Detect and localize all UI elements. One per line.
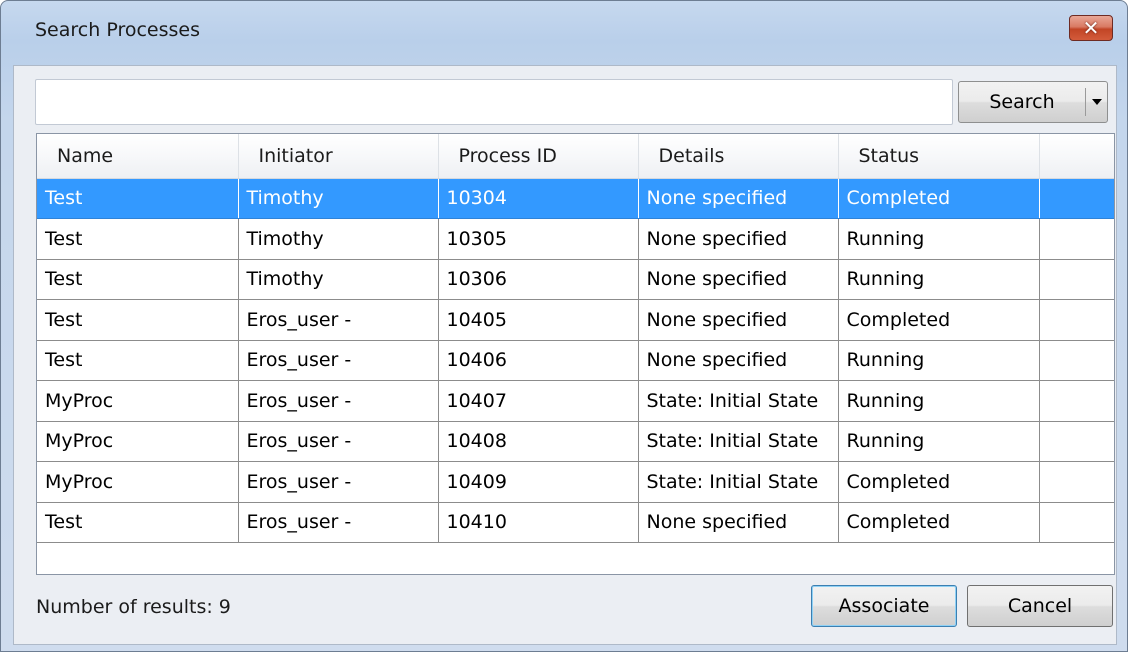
column-header-status[interactable]: Status <box>838 134 1040 179</box>
cell-process-id: 10405 <box>438 299 639 341</box>
cell-details: State: Initial State <box>638 421 839 462</box>
cell-initiator: Eros_user - <box>238 299 439 341</box>
cancel-button[interactable]: Cancel <box>967 585 1113 627</box>
cell-name: Test <box>37 299 239 341</box>
cell-process-id: 10410 <box>438 502 639 543</box>
cell-process-id: 10304 <box>438 178 639 219</box>
close-button[interactable]: ✕ <box>1069 15 1113 41</box>
cell-initiator: Eros_user - <box>238 380 439 422</box>
cell-filler <box>1039 340 1114 381</box>
cell-filler <box>1039 218 1114 260</box>
results-table[interactable]: Name Initiator Process ID Details Status… <box>36 133 1115 575</box>
cell-filler <box>1039 421 1114 462</box>
cell-status: Running <box>838 259 1040 300</box>
search-processes-dialog: Search Processes ✕ Search Name Initiator… <box>0 0 1128 652</box>
cell-name: Test <box>37 340 239 381</box>
cell-filler <box>1039 259 1114 300</box>
cell-filler <box>1039 178 1114 219</box>
table-row[interactable]: Test Eros_user -10405 None specified Comple… <box>37 299 1114 341</box>
cell-status: Completed <box>838 299 1040 341</box>
cell-name: Test <box>37 178 239 219</box>
cell-initiator: Eros_user - <box>238 340 439 381</box>
cell-details: None specified <box>638 299 839 341</box>
table-row[interactable]: Test Timothy 10306 None specified Running <box>37 259 1114 300</box>
dialog-body: Search Name Initiator Process ID Details… <box>13 65 1117 645</box>
cell-status: Running <box>838 340 1040 381</box>
column-header-details[interactable]: Details <box>638 134 839 179</box>
table-row[interactable]: MyProc Eros_user -10407 State: Initial Sta… <box>37 380 1114 422</box>
title-bar[interactable]: Search Processes ✕ <box>1 1 1127 63</box>
cell-initiator: Timothy <box>238 218 439 260</box>
table-row[interactable]: MyProc Eros_user -10408 State: Initial Sta… <box>37 421 1114 462</box>
cell-process-id: 10407 <box>438 380 639 422</box>
cell-details: State: Initial State <box>638 380 839 422</box>
cell-initiator: Eros_user - <box>238 461 439 503</box>
cell-process-id: 10406 <box>438 340 639 381</box>
cell-filler <box>1039 502 1114 543</box>
table-row[interactable]: Test Timothy 10304 None specified Completed <box>37 178 1114 219</box>
cell-name: Test <box>37 502 239 543</box>
column-header-process-id[interactable]: Process ID <box>438 134 639 179</box>
cell-status: Completed <box>838 178 1040 219</box>
cell-initiator: Eros_user - <box>238 502 439 543</box>
search-button[interactable]: Search <box>959 91 1085 113</box>
column-header-filler <box>1039 134 1114 179</box>
dialog-title: Search Processes <box>35 19 200 41</box>
cell-status: Running <box>838 380 1040 422</box>
cell-details: None specified <box>638 259 839 300</box>
cell-details: State: Initial State <box>638 461 839 503</box>
cell-status: Running <box>838 218 1040 260</box>
cell-status: Completed <box>838 502 1040 543</box>
cell-details: None specified <box>638 340 839 381</box>
cell-details: None specified <box>638 502 839 543</box>
cell-name: Test <box>37 218 239 260</box>
cell-details: None specified <box>638 218 839 260</box>
cell-initiator: Eros_user - <box>238 421 439 462</box>
column-header-name[interactable]: Name <box>37 134 239 179</box>
cell-filler <box>1039 380 1114 422</box>
search-dropdown-button[interactable] <box>1086 99 1107 105</box>
table-row[interactable]: Test Timothy 10305 None specified Running <box>37 218 1114 260</box>
cell-status: Completed <box>838 461 1040 503</box>
cell-process-id: 10306 <box>438 259 639 300</box>
cell-filler <box>1039 299 1114 341</box>
table-row[interactable]: MyProc Eros_user -10409 State: Initial Sta… <box>37 461 1114 503</box>
table-row[interactable]: Test Eros_user -10406 None specified Runnin… <box>37 340 1114 381</box>
cell-name: MyProc <box>37 421 239 462</box>
cell-name: Test <box>37 259 239 300</box>
cell-name: MyProc <box>37 380 239 422</box>
associate-button[interactable]: Associate <box>811 585 957 627</box>
cell-details: None specified <box>638 178 839 219</box>
results-count: Number of results: 9 <box>36 596 231 618</box>
cell-status: Running <box>838 421 1040 462</box>
cell-process-id: 10408 <box>438 421 639 462</box>
search-input[interactable] <box>35 79 953 125</box>
table-header-row: Name Initiator Process ID Details Status <box>37 134 1114 179</box>
chevron-down-icon <box>1091 99 1102 105</box>
search-split-button[interactable]: Search <box>958 81 1108 123</box>
cell-process-id: 10409 <box>438 461 639 503</box>
table-row[interactable]: Test Eros_user -10410 None specified Comple… <box>37 502 1114 543</box>
cell-initiator: Timothy <box>238 178 439 219</box>
cell-initiator: Timothy <box>238 259 439 300</box>
cell-name: MyProc <box>37 461 239 503</box>
cell-process-id: 10305 <box>438 218 639 260</box>
cell-filler <box>1039 461 1114 503</box>
column-header-initiator[interactable]: Initiator <box>238 134 439 179</box>
close-icon: ✕ <box>1082 16 1100 40</box>
